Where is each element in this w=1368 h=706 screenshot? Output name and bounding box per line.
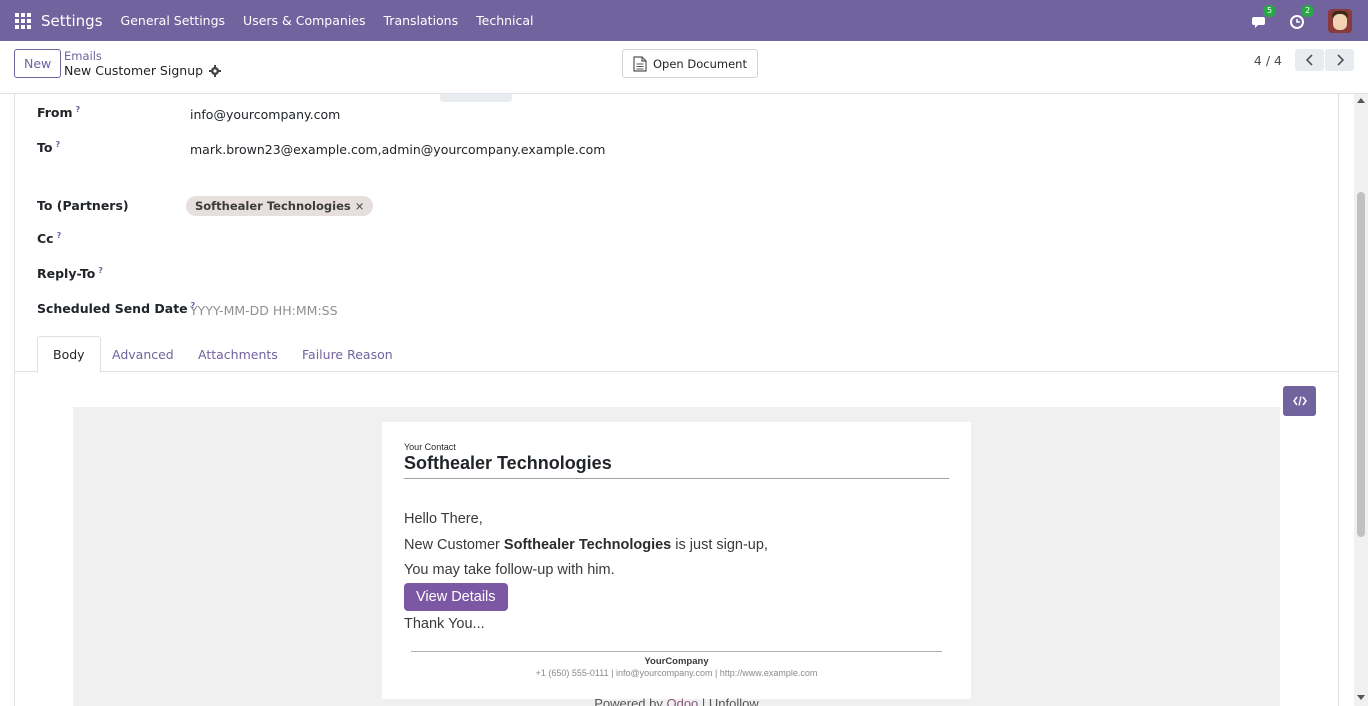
breadcrumb-emails[interactable]: Emails [64, 49, 102, 63]
view-details-button[interactable]: View Details [404, 583, 508, 611]
tab-advanced[interactable]: Advanced [97, 336, 189, 372]
divider [404, 478, 949, 479]
notebook-tabs: Body Advanced Attachments Failure Reason [15, 336, 1338, 373]
status-chip [440, 94, 512, 102]
footer-divider [411, 651, 942, 652]
email-preview: Your Contact Softhealer Technologies Hel… [73, 407, 1280, 706]
app-brand[interactable]: Settings [41, 12, 103, 30]
messages-badge: 5 [1263, 4, 1277, 17]
remove-tag-icon[interactable]: × [355, 199, 365, 213]
to-partners-label: To (Partners) [37, 198, 129, 213]
scroll-up-arrow[interactable] [1357, 98, 1365, 103]
chevron-right-icon [1336, 54, 1344, 66]
open-document-button[interactable]: Open Document [622, 49, 758, 78]
record-title: New Customer Signup [64, 63, 204, 78]
help-icon[interactable]: ? [55, 140, 60, 149]
menu-users-companies[interactable]: Users & Companies [243, 13, 365, 28]
document-icon [633, 55, 647, 72]
open-document-label: Open Document [653, 56, 747, 71]
breadcrumb-current: New Customer Signup [64, 63, 222, 78]
footer-company: YourCompany [644, 656, 709, 667]
powered-by: Powered by Odoo | Unfollow [73, 696, 1280, 706]
vertical-scrollbar[interactable] [1354, 94, 1368, 706]
pager-previous-button[interactable] [1295, 49, 1324, 71]
scroll-down-arrow[interactable] [1357, 695, 1365, 700]
tab-failure-reason[interactable]: Failure Reason [287, 336, 408, 372]
menu-translations[interactable]: Translations [384, 13, 459, 28]
menu-technical[interactable]: Technical [476, 13, 533, 28]
odoo-link[interactable]: Odoo [666, 696, 698, 706]
pager-next-button[interactable] [1325, 49, 1354, 71]
systray: 5 2 [1252, 0, 1368, 41]
footer-contact-info: +1 (650) 555-0111 | info@yourcompany.com… [535, 668, 818, 678]
code-view-button[interactable] [1283, 386, 1316, 416]
scroll-thumb[interactable] [1357, 192, 1365, 537]
help-icon[interactable]: ? [76, 105, 81, 114]
mail-form: From? info@yourcompany.com To? mark.brow… [14, 94, 1339, 706]
to-field[interactable]: mark.brown23@example.com,admin@yourcompa… [190, 142, 605, 157]
user-avatar[interactable] [1328, 8, 1352, 33]
reply-to-label: Reply-To? [37, 266, 103, 282]
help-icon[interactable]: ? [57, 231, 62, 240]
to-label: To? [37, 140, 61, 156]
followup-text: You may take follow-up with him. [404, 562, 615, 578]
gear-icon[interactable] [209, 64, 222, 77]
apps-menu-icon[interactable] [15, 12, 31, 29]
cc-label: Cc? [37, 231, 62, 247]
contact-name: Softhealer Technologies [404, 453, 612, 473]
chevron-left-icon [1305, 54, 1313, 66]
scheduled-date-input[interactable]: YYYY-MM-DD HH:MM:SS [190, 303, 338, 318]
tab-body[interactable]: Body [37, 336, 101, 373]
partner-tag-label: Softhealer Technologies [195, 199, 351, 213]
code-icon [1292, 396, 1307, 406]
pager-value[interactable]: 4 / 4 [1254, 53, 1282, 68]
messages-icon[interactable]: 5 [1252, 4, 1277, 31]
top-navbar: Settings General Settings Users & Compan… [0, 0, 1368, 41]
partner-tag[interactable]: Softhealer Technologies × [186, 196, 374, 216]
tab-attachments[interactable]: Attachments [183, 336, 293, 372]
scheduled-date-label: Scheduled Send Date? [37, 301, 196, 317]
contact-label: Your Contact [404, 442, 456, 452]
help-icon[interactable]: ? [98, 266, 103, 275]
control-panel: New Emails New Customer Signup Open Docu… [0, 41, 1368, 94]
greeting-text: Hello There, [404, 511, 483, 527]
from-label: From? [37, 105, 81, 121]
activities-clock-icon[interactable]: 2 [1290, 4, 1315, 31]
menu-general-settings[interactable]: General Settings [121, 13, 226, 28]
closing-text: Thank You... [404, 616, 485, 632]
email-card: Your Contact Softhealer Technologies Hel… [382, 422, 971, 699]
from-field[interactable]: info@yourcompany.com [190, 107, 340, 122]
activities-badge: 2 [1301, 4, 1315, 17]
new-button[interactable]: New [14, 49, 62, 78]
signup-text: New Customer Softhealer Technologies is … [404, 537, 768, 553]
